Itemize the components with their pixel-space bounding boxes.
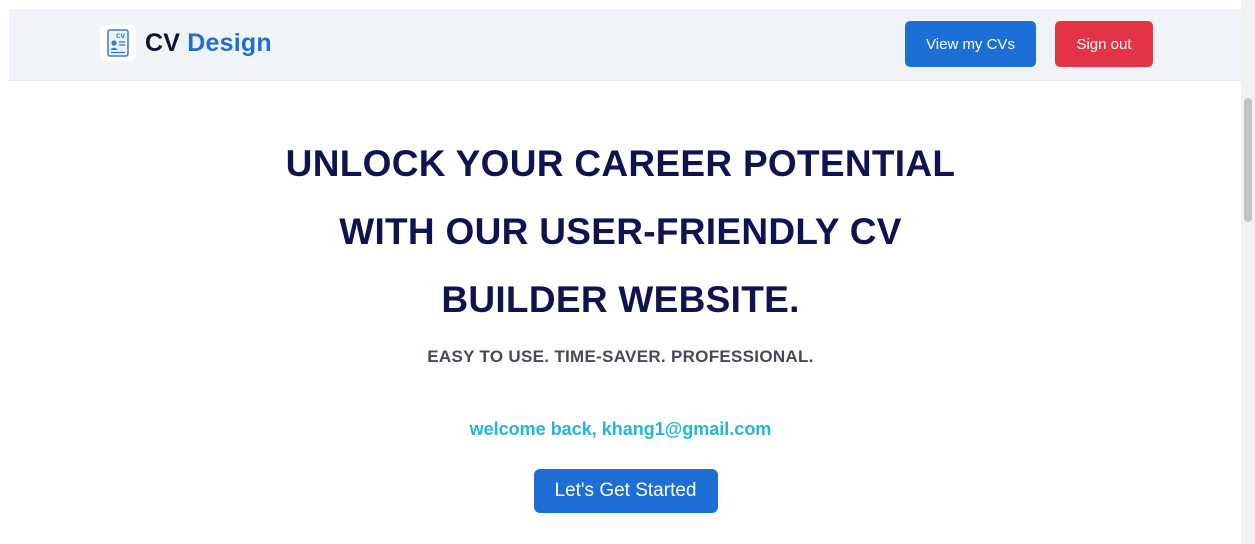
navbar: CV CV Design View my CVs Sign out [9, 9, 1241, 81]
hero-tagline: EASY TO USE. TIME-SAVER. PROFESSIONAL. [427, 347, 814, 366]
scrollbar-thumb[interactable] [1244, 98, 1252, 222]
hero-section: UNLOCK YOUR CAREER POTENTIAL WITH OUR US… [0, 130, 1241, 513]
hero-title-line: UNLOCK YOUR CAREER POTENTIAL [285, 143, 956, 184]
cta-container: Let's Get Started [0, 469, 1241, 513]
svg-text:CV: CV [116, 33, 125, 40]
sign-out-button[interactable]: Sign out [1055, 21, 1153, 67]
welcome-message: welcome back, khang1@gmail.com [469, 419, 772, 439]
hero-title-line: WITH OUR USER-FRIENDLY CV [339, 211, 902, 252]
brand-name-cv: CV [145, 28, 181, 57]
brand-name-design: Design [187, 28, 272, 57]
view-my-cvs-button[interactable]: View my CVs [905, 21, 1036, 67]
hero-title: UNLOCK YOUR CAREER POTENTIAL WITH OUR US… [241, 130, 1001, 334]
brand-link[interactable]: CV CV Design [100, 25, 272, 61]
cv-document-icon: CV [100, 25, 136, 61]
get-started-button[interactable]: Let's Get Started [533, 469, 718, 513]
page: CV CV Design View my CVs Sign out UNLOCK… [0, 0, 1255, 544]
vertical-scrollbar[interactable] [1241, 0, 1255, 544]
hero-title-line: BUILDER WEBSITE. [441, 279, 800, 320]
brand-name: CV Design [145, 29, 272, 58]
